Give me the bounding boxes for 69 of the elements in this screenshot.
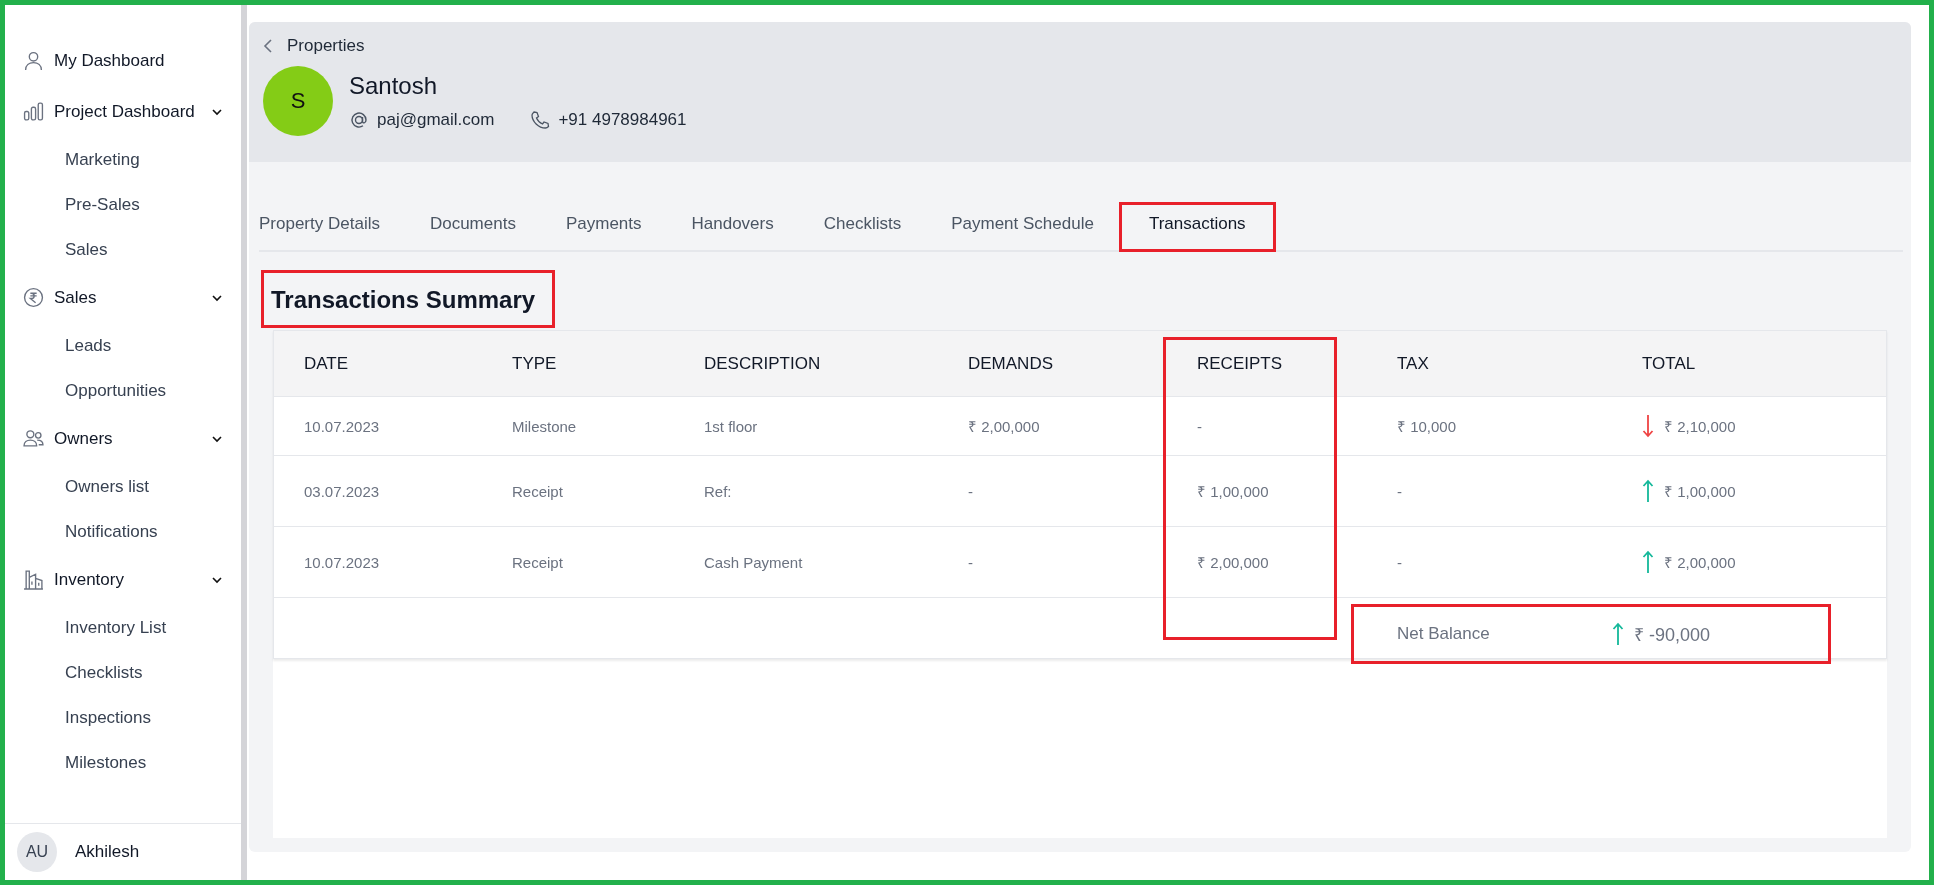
- sidebar-item[interactable]: Inventory: [23, 554, 231, 605]
- table-cell: -: [1367, 456, 1612, 527]
- owner-name: Santosh: [349, 72, 439, 100]
- sidebar-item[interactable]: Sales: [23, 272, 231, 323]
- table-cell: -: [938, 527, 1167, 598]
- column-header: RECEIPTS: [1167, 331, 1367, 397]
- net-balance-value: ₹ -90,000: [1634, 624, 1711, 646]
- table-cell: ₹ 10,000: [1367, 397, 1612, 456]
- table-cell: ₹ 2,00,000: [938, 397, 1167, 456]
- table-cell: -: [1367, 527, 1612, 598]
- tab[interactable]: Transactions: [1118, 202, 1276, 252]
- sidebar-subitem[interactable]: Inventory List: [23, 605, 231, 650]
- sidebar-item[interactable]: My Dashboard: [23, 35, 231, 86]
- sidebar-item[interactable]: Project Dashboard: [23, 86, 231, 137]
- user-icon: [23, 50, 44, 71]
- total-amount: ₹ 1,00,000: [1664, 482, 1736, 501]
- table-cell: Cash Payment: [674, 527, 938, 598]
- sidebar-item[interactable]: Owners: [23, 413, 231, 464]
- at-sign-icon: [349, 110, 369, 130]
- table-cell: 1st floor: [674, 397, 938, 456]
- table-cell: Receipt: [482, 456, 674, 527]
- phone-number: +91 4978984961: [558, 110, 687, 130]
- tab[interactable]: Property Details: [259, 202, 405, 250]
- column-header: TAX: [1367, 331, 1612, 397]
- column-header: DESCRIPTION: [674, 331, 938, 397]
- sidebar-subitem[interactable]: Leads: [23, 323, 231, 368]
- column-header: TYPE: [482, 331, 674, 397]
- user-avatar: AU: [17, 832, 57, 872]
- table-cell: 03.07.2023: [274, 456, 482, 527]
- sidebar-subitem[interactable]: Milestones: [23, 740, 231, 785]
- back-link[interactable]: Properties: [263, 36, 365, 56]
- table-cell: Milestone: [482, 397, 674, 456]
- total-amount: ₹ 2,00,000: [1664, 553, 1736, 572]
- table-cell: -: [1167, 397, 1367, 456]
- sidebar-subitem[interactable]: Inspections: [23, 695, 231, 740]
- phone-icon: [530, 110, 551, 130]
- sidebar-subitem[interactable]: Checklists: [23, 650, 231, 695]
- email: paj@gmail.com: [377, 110, 495, 130]
- tab[interactable]: Handovers: [666, 202, 799, 250]
- sidebar-subitem[interactable]: Notifications: [23, 509, 231, 554]
- sidebar-subitem[interactable]: Opportunities: [23, 368, 231, 413]
- column-header: DATE: [274, 331, 482, 397]
- table-cell: ₹ 1,00,000: [1167, 456, 1367, 527]
- tab[interactable]: Checklists: [798, 202, 927, 250]
- sidebar-subitem[interactable]: Owners list: [23, 464, 231, 509]
- tab[interactable]: Documents: [404, 202, 541, 250]
- table-cell: ₹ 2,00,000: [1167, 527, 1367, 598]
- sidebar-subitem[interactable]: Marketing: [23, 137, 231, 182]
- tab[interactable]: Payments: [540, 202, 667, 250]
- people-icon: [23, 428, 44, 449]
- column-header: DEMANDS: [938, 331, 1167, 397]
- rupee-icon: [23, 287, 44, 308]
- table-cell: Receipt: [482, 527, 674, 598]
- bar-chart-icon: [23, 101, 44, 122]
- sidebar-subitem[interactable]: Sales: [23, 227, 231, 272]
- avatar: S: [263, 66, 333, 136]
- building-icon: [23, 569, 44, 590]
- sidebar-subitem[interactable]: Pre-Sales: [23, 182, 231, 227]
- table-cell: 10.07.2023: [274, 527, 482, 598]
- section-title: Transactions Summary: [261, 270, 556, 328]
- total-amount: ₹ 2,10,000: [1664, 417, 1736, 436]
- table-cell: 10.07.2023: [274, 397, 482, 456]
- net-balance-label: Net Balance: [1396, 623, 1491, 645]
- back-chevron-icon: [263, 39, 273, 53]
- tab[interactable]: Payment Schedule: [926, 202, 1119, 250]
- column-header: TOTAL: [1612, 331, 1886, 397]
- table-cell: -: [938, 456, 1167, 527]
- user-name: Akhilesh: [75, 842, 140, 862]
- table-cell: Ref:: [674, 456, 938, 527]
